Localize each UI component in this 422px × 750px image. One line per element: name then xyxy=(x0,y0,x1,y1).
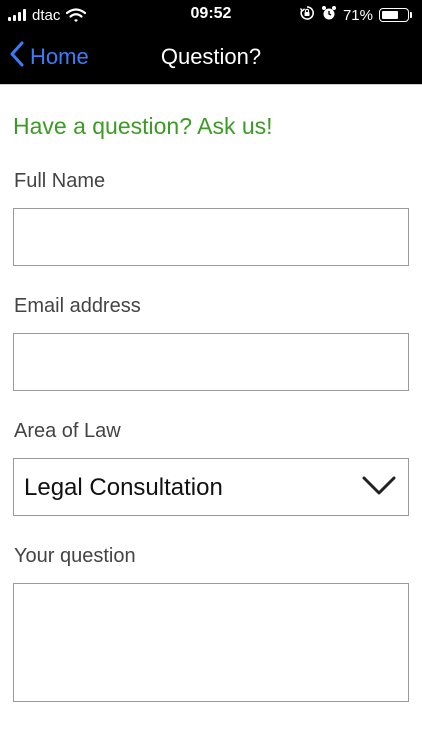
area-of-law-select[interactable]: Legal Consultation xyxy=(13,458,409,516)
question-label: Your question xyxy=(14,545,136,567)
email-label: Email address xyxy=(14,295,141,317)
area-of-law-label: Area of Law xyxy=(14,420,121,442)
question-screen: dtac 09:52 71% Home Question? Have a que… xyxy=(0,0,422,750)
chevron-down-icon xyxy=(362,475,396,502)
battery-fill xyxy=(382,11,398,19)
battery-icon xyxy=(379,8,412,22)
alarm-icon xyxy=(321,5,337,25)
orientation-lock-icon xyxy=(299,5,315,25)
status-bar: dtac 09:52 71% xyxy=(0,0,422,30)
battery-outline xyxy=(379,8,409,22)
full-name-label: Full Name xyxy=(14,170,106,192)
form-heading: Have a question? Ask us! xyxy=(13,113,273,139)
battery-percent: 71% xyxy=(342,6,373,24)
question-textarea[interactable] xyxy=(13,583,409,702)
email-input[interactable] xyxy=(13,333,409,391)
full-name-input[interactable] xyxy=(13,208,409,266)
nav-bar: Home Question? xyxy=(0,30,422,85)
page-title: Question? xyxy=(160,44,262,69)
area-of-law-selected: Legal Consultation xyxy=(24,474,223,501)
battery-tip xyxy=(410,12,412,18)
status-right: 71% xyxy=(299,5,412,25)
